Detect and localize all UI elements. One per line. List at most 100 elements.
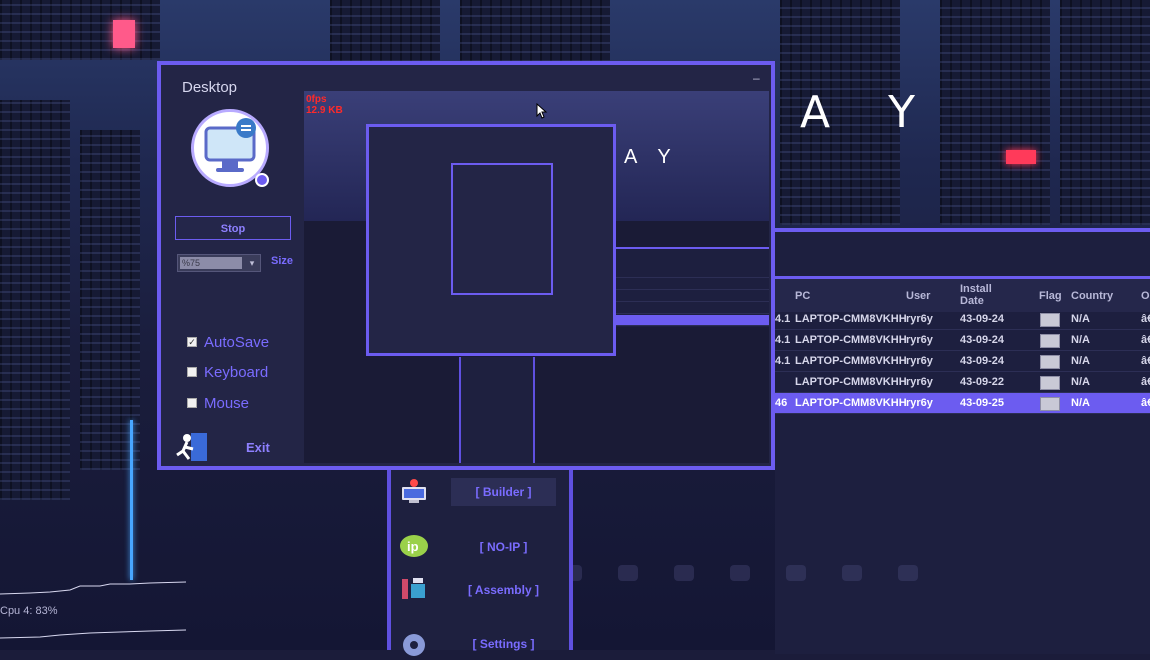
row-pc: LAPTOP-CMM8VKHH <box>795 355 907 367</box>
neon-sign <box>113 20 135 48</box>
row-country: N/A <box>1071 376 1090 388</box>
remote-desktop-icon <box>204 118 256 172</box>
row-user: ryr6y <box>906 397 933 409</box>
column-header-country[interactable]: Country <box>1071 290 1113 302</box>
row-country: N/A <box>1071 313 1090 325</box>
side-menu: [ Builder ] ip [ NO-IP ] [ Assembly ] [ … <box>387 470 573 656</box>
size-select[interactable]: %75 ▾ <box>177 254 261 272</box>
building <box>940 0 1050 225</box>
minimize-button[interactable]: – <box>753 71 760 85</box>
chevron-down-icon[interactable]: ▾ <box>245 256 259 270</box>
mini-row <box>616 267 769 278</box>
row-id: 4.1 <box>775 334 791 346</box>
cpu-graph <box>0 629 186 639</box>
assembly-icon <box>402 578 425 599</box>
building <box>460 0 610 62</box>
size-label: Size <box>271 255 294 267</box>
flag-icon <box>1040 355 1060 369</box>
row-pc: LAPTOP-CMM8VKHH <box>795 334 907 346</box>
fps-readout: 0fps 12.9 KB <box>306 94 343 116</box>
mini-row-selected <box>616 315 769 326</box>
mouse-cursor-icon <box>536 103 548 119</box>
row-id: 4.1 <box>775 355 791 367</box>
status-dot <box>255 173 269 187</box>
fps-value: 0fps <box>306 94 327 105</box>
clients-table-panel: PC User Install Date Flag Country O 4.1 … <box>775 228 1150 654</box>
gear-icon <box>403 634 425 656</box>
column-header-user[interactable]: User <box>906 290 930 302</box>
exit-icon[interactable] <box>175 431 209 463</box>
background-title: A Y <box>800 87 937 138</box>
menu-item-assembly[interactable]: [ Assembly ] <box>391 576 569 606</box>
column-header-flag[interactable]: Flag <box>1039 290 1062 302</box>
data-rate: 12.9 KB <box>306 105 343 116</box>
window-title: Desktop <box>182 79 238 96</box>
flag-icon <box>1040 376 1060 390</box>
table-row[interactable]: 4.1 LAPTOP-CMM8VKHH ryr6y 43-09-24 N/A â… <box>775 351 1150 372</box>
menu-item-settings[interactable]: [ Settings ] <box>391 630 569 660</box>
row-pc: LAPTOP-CMM8VKHH <box>795 376 907 388</box>
row-install-date: 43-09-22 <box>960 376 1005 388</box>
checkbox-label: AutoSave <box>204 334 270 351</box>
row-os: â€ <box>1141 397 1150 409</box>
row-user: ryr6y <box>906 313 933 325</box>
row-country: N/A <box>1071 334 1090 346</box>
mini-row <box>616 303 769 314</box>
table-row[interactable]: LAPTOP-CMM8VKHH ryr6y 43-09-22 N/A â€ <box>775 372 1150 393</box>
row-os: â€ <box>1141 313 1150 325</box>
menu-label: [ Builder ] <box>451 478 556 506</box>
nested-desktop-window-inner <box>451 163 553 295</box>
mini-table <box>616 247 769 327</box>
menu-item-builder[interactable]: [ Builder ] <box>391 478 569 508</box>
row-os: â€ <box>1141 334 1150 346</box>
exit-button[interactable]: Exit <box>246 440 270 455</box>
table-row-selected[interactable]: 46 LAPTOP-CMM8VKHH ryr6y 43-09-25 N/A â€ <box>775 393 1150 414</box>
row-country: N/A <box>1071 397 1090 409</box>
faint-icon <box>674 565 694 581</box>
remote-screen-preview[interactable]: 0fps 12.9 KB A Y <box>304 91 769 463</box>
neon-light <box>130 420 133 580</box>
mini-side-menu <box>459 357 535 463</box>
menu-label: [ NO-IP ] <box>479 540 528 554</box>
cpu-readout: Cpu 4: 83% <box>0 605 58 617</box>
table-header: PC User Install Date Flag Country O <box>775 276 1150 312</box>
flag-icon <box>1040 334 1060 348</box>
neon-sign <box>1006 150 1036 164</box>
column-header-pc[interactable]: PC <box>795 290 810 302</box>
flag-icon <box>1040 313 1060 327</box>
row-pc: LAPTOP-CMM8VKHH <box>795 313 907 325</box>
remote-desktop-window: Desktop – Stop %75 ▾ Size ✓ AutoSave Key… <box>157 61 775 470</box>
building <box>0 100 70 500</box>
faint-icon <box>786 565 806 581</box>
checkbox-label: Mouse <box>204 395 250 412</box>
building <box>330 0 440 62</box>
flag-icon <box>1040 397 1060 411</box>
cpu-graph <box>0 581 186 595</box>
menu-item-noip[interactable]: ip [ NO-IP ] <box>391 533 569 563</box>
row-id: 46 <box>775 397 788 409</box>
stop-button[interactable]: Stop <box>175 216 291 240</box>
row-user: ryr6y <box>906 355 933 367</box>
table-row[interactable]: 4.1 LAPTOP-CMM8VKHH ryr6y 43-09-24 N/A â… <box>775 309 1150 330</box>
row-install-date: 43-09-25 <box>960 397 1005 409</box>
autosave-checkbox[interactable]: ✓ <box>187 337 197 347</box>
preview-title: A Y <box>624 146 679 168</box>
row-user: ryr6y <box>906 376 933 388</box>
keyboard-checkbox[interactable] <box>187 367 197 377</box>
column-header-install-date[interactable]: Install Date <box>960 283 1015 307</box>
noip-logo-icon: ip <box>400 535 428 557</box>
building <box>80 130 140 470</box>
table-row[interactable]: 4.1 LAPTOP-CMM8VKHH ryr6y 43-09-24 N/A â… <box>775 330 1150 351</box>
row-install-date: 43-09-24 <box>960 334 1005 346</box>
row-pc: LAPTOP-CMM8VKHH <box>795 397 907 409</box>
building <box>0 0 160 60</box>
svg-text:ip: ip <box>407 539 419 554</box>
mouse-checkbox[interactable] <box>187 398 197 408</box>
row-os: â€ <box>1141 376 1150 388</box>
faint-icon <box>842 565 862 581</box>
checkbox-label: Keyboard <box>204 364 269 381</box>
row-id: 4.1 <box>775 313 791 325</box>
row-user: ryr6y <box>906 334 933 346</box>
menu-label: [ Settings ] <box>472 637 535 651</box>
column-header-os[interactable]: O <box>1141 290 1150 302</box>
